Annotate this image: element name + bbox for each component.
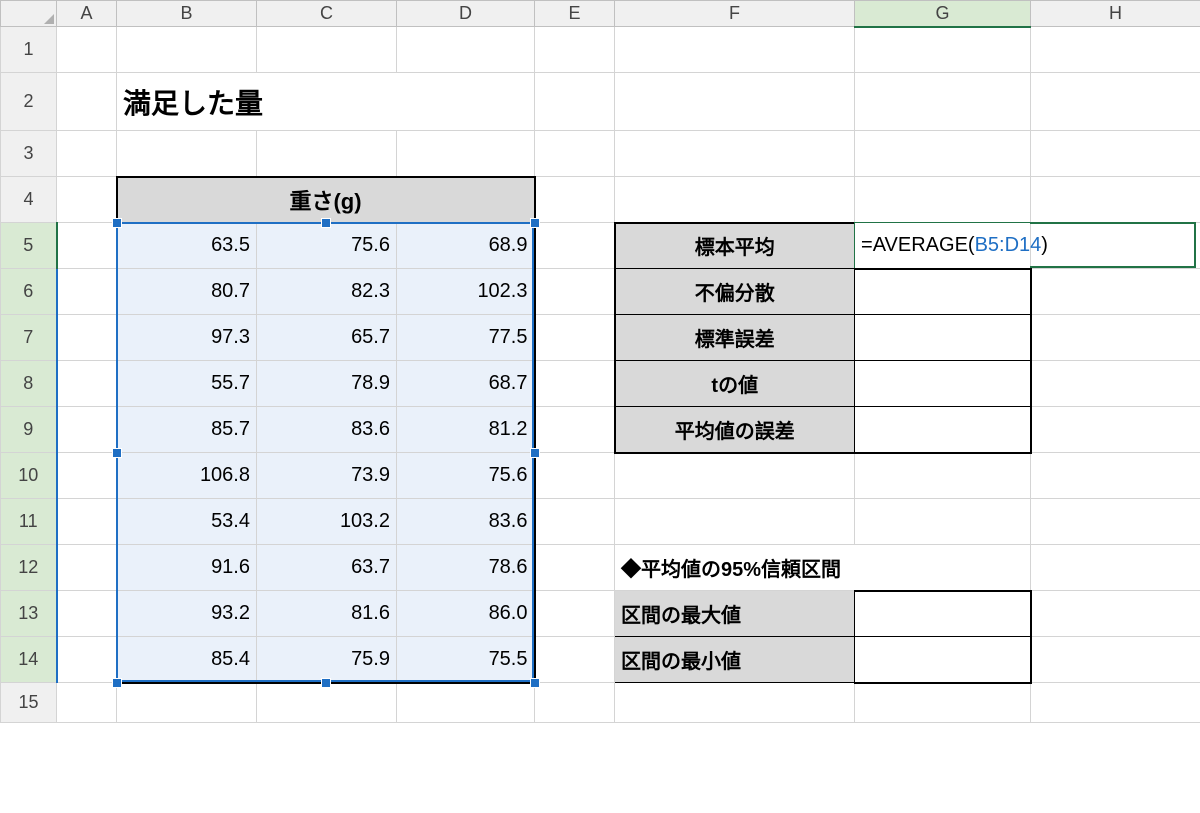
row-header-11[interactable]: 11: [1, 499, 57, 545]
cell-E2[interactable]: [535, 73, 615, 131]
row-header-13[interactable]: 13: [1, 591, 57, 637]
stat-label-mean[interactable]: 標本平均: [615, 223, 855, 269]
row-header-5[interactable]: 5: [1, 223, 57, 269]
cell-B9[interactable]: 85.7: [117, 407, 257, 453]
row-header-1[interactable]: 1: [1, 27, 57, 73]
cell-D6[interactable]: 102.3: [397, 269, 535, 315]
cell-G2[interactable]: [855, 73, 1031, 131]
formula-close: ): [1041, 234, 1048, 256]
row-header-6[interactable]: 6: [1, 269, 57, 315]
formula-open: (: [968, 234, 975, 256]
cell-B7[interactable]: 97.3: [117, 315, 257, 361]
cell-G13[interactable]: [855, 591, 1031, 637]
cell-G14[interactable]: [855, 637, 1031, 683]
stat-label-se[interactable]: 標準誤差: [615, 315, 855, 361]
row-header-7[interactable]: 7: [1, 315, 57, 361]
cell-G5-formula[interactable]: =AVERAGE(B5:D14): [855, 223, 1031, 269]
row-header-3[interactable]: 3: [1, 131, 57, 177]
cell-F2[interactable]: [615, 73, 855, 131]
stat-label-t[interactable]: tの値: [615, 361, 855, 407]
cell-G8[interactable]: [855, 361, 1031, 407]
cell-C14[interactable]: 75.9: [257, 637, 397, 683]
cell-C12[interactable]: 63.7: [257, 545, 397, 591]
cell-D12[interactable]: 78.6: [397, 545, 535, 591]
stat-label-var[interactable]: 不偏分散: [615, 269, 855, 315]
cell-G6[interactable]: [855, 269, 1031, 315]
spreadsheet[interactable]: A B C D E F G H 1 2 満足した量 3 4 重さ(g) 5 63…: [0, 0, 1200, 813]
cell-C6[interactable]: 82.3: [257, 269, 397, 315]
cell-B12[interactable]: 91.6: [117, 545, 257, 591]
grid[interactable]: A B C D E F G H 1 2 満足した量 3 4 重さ(g) 5 63…: [0, 0, 1200, 723]
cell-B8[interactable]: 55.7: [117, 361, 257, 407]
cell-H1[interactable]: [1031, 27, 1200, 73]
cell-G7[interactable]: [855, 315, 1031, 361]
cell-C9[interactable]: 83.6: [257, 407, 397, 453]
row-header-14[interactable]: 14: [1, 637, 57, 683]
cell-G1[interactable]: [855, 27, 1031, 73]
cell-C8[interactable]: 78.9: [257, 361, 397, 407]
cell-B6[interactable]: 80.7: [117, 269, 257, 315]
col-header-G[interactable]: G: [855, 1, 1031, 27]
cell-C1[interactable]: [257, 27, 397, 73]
column-header-row: A B C D E F G H: [1, 1, 1200, 27]
row-header-12[interactable]: 12: [1, 545, 57, 591]
cell-D9[interactable]: 81.2: [397, 407, 535, 453]
ci-label-min[interactable]: 区間の最小値: [615, 637, 855, 683]
cell-D14[interactable]: 75.5: [397, 637, 535, 683]
row-header-10[interactable]: 10: [1, 453, 57, 499]
cell-A2[interactable]: [57, 73, 117, 131]
ci-label-max[interactable]: 区間の最大値: [615, 591, 855, 637]
cell-B13[interactable]: 93.2: [117, 591, 257, 637]
cell-A1[interactable]: [57, 27, 117, 73]
weight-header[interactable]: 重さ(g): [117, 177, 535, 223]
cell-D8[interactable]: 68.7: [397, 361, 535, 407]
col-header-E[interactable]: E: [535, 1, 615, 27]
select-all-corner[interactable]: [1, 1, 57, 27]
cell-C10[interactable]: 73.9: [257, 453, 397, 499]
ci-title[interactable]: ◆平均値の95%信頼区間: [615, 545, 1031, 591]
cell-C5[interactable]: 75.6: [257, 223, 397, 269]
row-header-15[interactable]: 15: [1, 683, 57, 723]
cell-C11[interactable]: 103.2: [257, 499, 397, 545]
formula-eq: =: [861, 234, 873, 256]
cell-D7[interactable]: 77.5: [397, 315, 535, 361]
cell-D5[interactable]: 68.9: [397, 223, 535, 269]
cell-D1[interactable]: [397, 27, 535, 73]
cell-D10[interactable]: 75.6: [397, 453, 535, 499]
col-header-F[interactable]: F: [615, 1, 855, 27]
cell-B10[interactable]: 106.8: [117, 453, 257, 499]
cell-D13[interactable]: 86.0: [397, 591, 535, 637]
formula-fn: AVERAGE: [873, 234, 968, 256]
cell-C13[interactable]: 81.6: [257, 591, 397, 637]
cell-G9[interactable]: [855, 407, 1031, 453]
col-header-A[interactable]: A: [57, 1, 117, 27]
cell-C7[interactable]: 65.7: [257, 315, 397, 361]
row-header-8[interactable]: 8: [1, 361, 57, 407]
row-header-4[interactable]: 4: [1, 177, 57, 223]
cell-F1[interactable]: [615, 27, 855, 73]
stat-label-err[interactable]: 平均値の誤差: [615, 407, 855, 453]
cell-B14[interactable]: 85.4: [117, 637, 257, 683]
col-header-D[interactable]: D: [397, 1, 535, 27]
cell-H2[interactable]: [1031, 73, 1200, 131]
cell-B5[interactable]: 63.5: [117, 223, 257, 269]
row-header-2[interactable]: 2: [1, 73, 57, 131]
formula-ref: B5:D14: [975, 234, 1042, 256]
title-cell[interactable]: 満足した量: [117, 73, 535, 131]
cell-B1[interactable]: [117, 27, 257, 73]
cell-B11[interactable]: 53.4: [117, 499, 257, 545]
cell-D11[interactable]: 83.6: [397, 499, 535, 545]
cell-E1[interactable]: [535, 27, 615, 73]
col-header-B[interactable]: B: [117, 1, 257, 27]
row-header-9[interactable]: 9: [1, 407, 57, 453]
col-header-C[interactable]: C: [257, 1, 397, 27]
col-header-H[interactable]: H: [1031, 1, 1200, 27]
